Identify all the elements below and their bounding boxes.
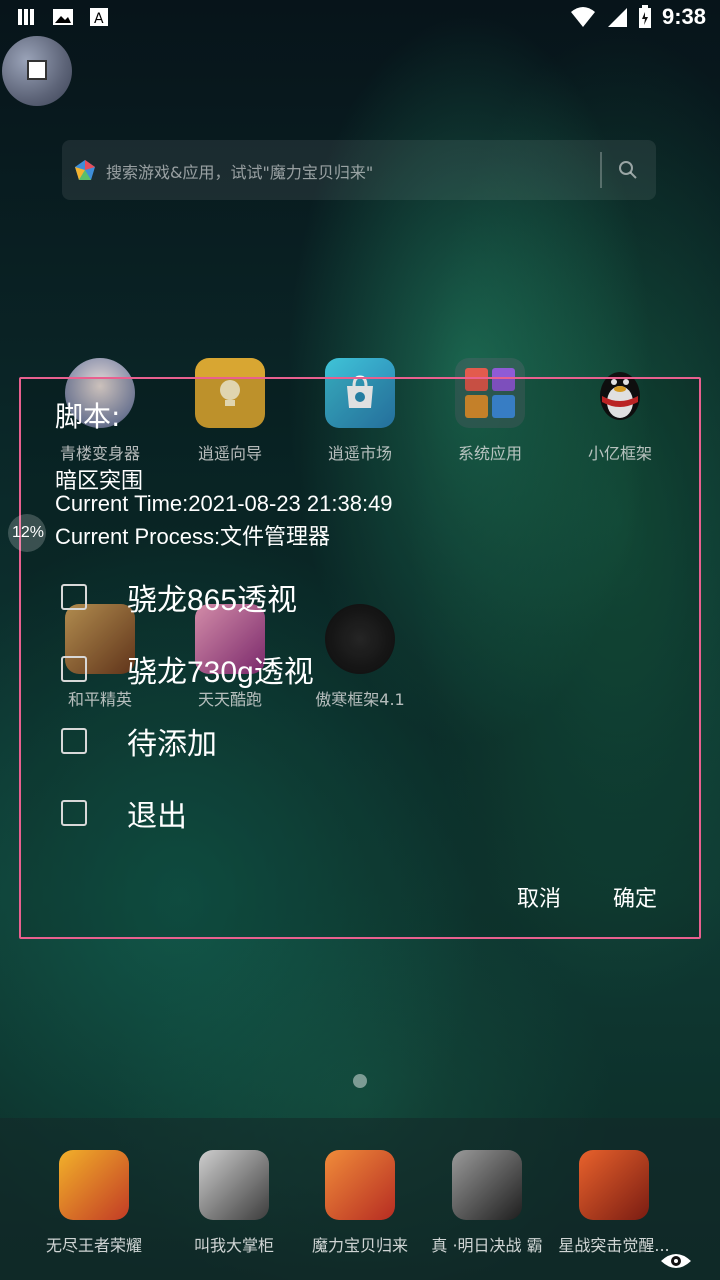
option-label: 骁龙865透视 — [127, 584, 298, 617]
game-icon — [59, 1150, 129, 1220]
game-icon — [199, 1150, 269, 1220]
game-icon — [452, 1150, 522, 1220]
dialog-title: 脚本: — [55, 400, 121, 433]
status-right-icons: 9:38 — [570, 4, 706, 30]
dock-app-4[interactable]: 真 ·明日决战 霸 — [420, 1150, 554, 1256]
checkbox[interactable] — [61, 584, 87, 610]
search-placeholder: 搜索游戏&应用，试试"魔力宝贝归来" — [106, 163, 374, 182]
game-icon — [579, 1150, 649, 1220]
game-icon — [325, 1150, 395, 1220]
text-icon: A — [90, 8, 108, 27]
image-icon — [53, 9, 73, 25]
option-to-be-added[interactable]: 待添加 — [59, 721, 217, 761]
option-label: 退出 — [127, 800, 187, 833]
dock: 无尽王者荣耀日 叫我大掌柜 魔力宝贝归来 真 ·明日决战 霸 星战突击觉醒... — [0, 1118, 720, 1280]
checkbox[interactable] — [61, 800, 87, 826]
dock-app-2[interactable]: 叫我大掌柜 — [184, 1150, 284, 1256]
option-snapdragon-730g[interactable]: 骁龙730g透视 — [59, 649, 314, 689]
wifi-icon — [570, 7, 595, 27]
store-logo-icon — [75, 160, 95, 180]
app-label: 魔力宝贝归来 — [311, 1236, 408, 1255]
app-notification-icon — [18, 9, 34, 25]
status-left-icons: A — [16, 6, 110, 28]
option-label: 骁龙730g透视 — [127, 656, 314, 689]
progress-value: 12% — [12, 524, 45, 541]
checkbox[interactable] — [61, 728, 87, 754]
signal-icon — [607, 8, 627, 27]
dock-app-5[interactable]: 星战突击觉醒... — [552, 1150, 676, 1256]
checkbox[interactable] — [61, 656, 87, 682]
option-snapdragon-865[interactable]: 骁龙865透视 — [59, 577, 297, 617]
page-indicator-dot — [353, 1074, 367, 1088]
stop-icon — [27, 60, 47, 80]
svg-text:A: A — [94, 11, 104, 27]
app-label: 真 ·明日决战 霸 — [431, 1236, 543, 1255]
option-exit[interactable]: 退出 — [59, 793, 187, 833]
eye-icon[interactable] — [660, 1250, 692, 1272]
option-label: 待添加 — [127, 728, 217, 761]
app-label: 无尽王者荣耀日 — [46, 1236, 142, 1255]
cancel-button[interactable]: 取消 — [517, 881, 561, 913]
app-label: 星战突击觉醒... — [558, 1236, 670, 1255]
floating-stop-button[interactable] — [2, 36, 72, 106]
search-divider — [600, 152, 602, 188]
confirm-button[interactable]: 确定 — [613, 881, 657, 913]
app-label: 叫我大掌柜 — [193, 1236, 274, 1255]
dialog-current-time: Current Time:2021-08-23 21:38:49 — [55, 491, 393, 516]
status-bar: A 9:38 — [0, 0, 720, 36]
dock-app-3[interactable]: 魔力宝贝归来 — [306, 1150, 414, 1256]
search-icon[interactable] — [618, 160, 638, 180]
script-dialog: 脚本: 暗区突围 Current Time:2021-08-23 21:38:4… — [19, 377, 701, 939]
battery-icon — [638, 5, 651, 28]
dialog-current-process: Current Process:文件管理器 — [55, 524, 331, 549]
progress-indicator: 12% — [8, 514, 46, 552]
clock: 9:38 — [661, 4, 706, 29]
search-bar[interactable]: 搜索游戏&应用，试试"魔力宝贝归来" — [62, 140, 656, 200]
dock-app-1[interactable]: 无尽王者荣耀日 — [46, 1150, 142, 1256]
